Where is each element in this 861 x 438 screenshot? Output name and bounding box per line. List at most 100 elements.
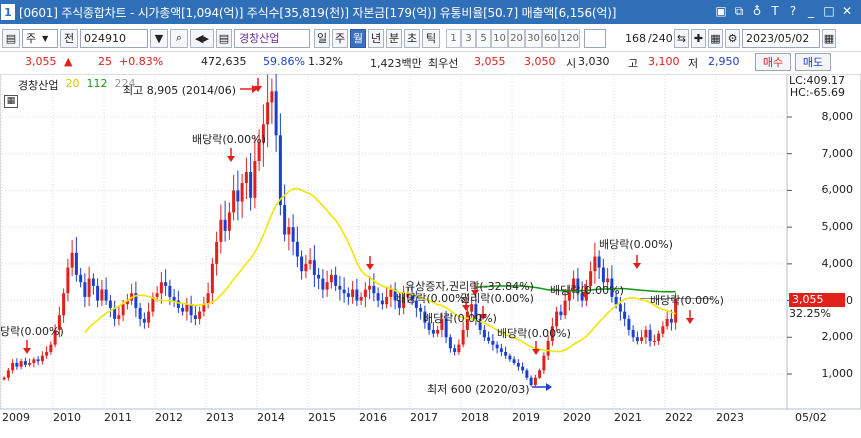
code-input[interactable]: 024910 <box>80 28 148 48</box>
tab-tick[interactable]: 틱 <box>422 28 440 48</box>
candle-body <box>232 190 236 213</box>
x-tick-label: 2017 <box>410 411 438 424</box>
window-icon[interactable]: ⧉ <box>731 3 747 20</box>
best-ask: 3,055 <box>474 55 506 68</box>
speaker-icon[interactable]: ◀▸ <box>190 28 214 48</box>
y-tick-label: 5,000 <box>821 220 854 234</box>
candle-body <box>142 318 146 323</box>
interval-20[interactable]: 20 <box>508 28 525 48</box>
grid-icon[interactable]: ▦ <box>708 28 723 48</box>
candle-body <box>648 329 652 341</box>
candle-body <box>389 289 393 297</box>
candle-body <box>155 293 159 297</box>
buy-button[interactable]: 매수 <box>755 53 791 71</box>
candle-body <box>342 289 346 294</box>
x-tick-label: 2009 <box>2 411 30 424</box>
date-input[interactable]: 2023/05/02 <box>742 28 820 48</box>
candle-body <box>210 263 214 294</box>
candle-body <box>121 304 125 316</box>
annotation-div-2014: 배당락(0.00%) <box>192 133 266 146</box>
legend-ma20: 20 <box>65 77 80 90</box>
candle-body <box>240 183 244 202</box>
calendar-icon[interactable]: ▦ <box>822 28 836 48</box>
close-icon[interactable]: ✕ <box>839 3 855 20</box>
stock-icon[interactable]: ▤ <box>216 28 232 48</box>
candle-body <box>108 300 112 308</box>
code-dropdown-icon[interactable]: ▼ <box>150 28 168 48</box>
tab-week[interactable]: 주 <box>332 28 348 48</box>
candle-body <box>32 359 36 363</box>
low-price: 2,950 <box>708 55 740 68</box>
candle-body <box>368 285 372 290</box>
table-toggle-icon[interactable]: ▦ <box>4 95 18 108</box>
tab-year[interactable]: 년 <box>368 28 384 48</box>
interval-3[interactable]: 3 <box>461 28 476 48</box>
low-label: 저 <box>688 57 699 70</box>
candle-body <box>274 91 278 136</box>
candle-body <box>308 260 312 264</box>
candle-body <box>542 355 546 371</box>
candle-body <box>193 315 197 319</box>
stock-name: 경창산업 <box>234 28 310 48</box>
interval-60[interactable]: 60 <box>542 28 559 48</box>
all-button[interactable]: 전 <box>60 28 78 48</box>
pin-icon[interactable]: ♁ <box>749 3 765 20</box>
candle-body <box>83 282 87 297</box>
interval-30[interactable]: 30 <box>525 28 542 48</box>
candle-body <box>49 344 53 352</box>
maximize-icon[interactable]: □ <box>821 3 837 20</box>
legend-stock-name: 경창산업 <box>18 79 59 92</box>
save-icon[interactable]: ▣ <box>713 3 729 20</box>
candle-body <box>351 289 355 297</box>
candle-body <box>40 355 44 362</box>
candle-body <box>312 260 316 275</box>
candle-body <box>295 241 299 257</box>
last-price-marker: 3,055 <box>789 293 845 307</box>
gear-icon[interactable]: ⚙ <box>725 28 740 48</box>
market-select[interactable]: 주 ▼ <box>22 28 58 48</box>
candle-body <box>185 304 189 312</box>
minimize-icon[interactable]: _ <box>803 3 819 20</box>
interval-1[interactable]: 1 <box>446 28 461 48</box>
x-tick-label: 2012 <box>155 411 183 424</box>
tab-second[interactable]: 초 <box>404 28 420 48</box>
price-change: 25 <box>98 55 112 68</box>
candle-body <box>227 212 231 231</box>
candle-body <box>640 337 644 341</box>
candle-body <box>618 304 622 312</box>
candle-body <box>219 219 223 242</box>
candle-body <box>138 307 142 319</box>
candle-body <box>11 362 15 371</box>
candle-body <box>291 227 295 242</box>
pct-label: 32.25% <box>789 307 831 320</box>
interval-10[interactable]: 10 <box>491 28 508 48</box>
y-tick-label: 4,000 <box>821 256 854 270</box>
turnover-percent: 59.86% <box>263 55 305 68</box>
candle-body <box>529 377 533 386</box>
crosshair-icon[interactable]: ✚ <box>691 28 706 48</box>
price-chart[interactable]: ▦ 경창산업 20 112 224 LC:409.17 HC:-65.69 8,… <box>0 74 861 438</box>
help-icon[interactable]: ? <box>785 3 801 20</box>
candle-body <box>215 241 219 264</box>
interval-custom-input[interactable] <box>584 28 606 48</box>
tab-month[interactable]: 월 <box>350 28 366 48</box>
tab-day[interactable]: 일 <box>314 28 330 48</box>
tab-minute[interactable]: 분 <box>386 28 402 48</box>
interval-120[interactable]: 120 <box>559 28 580 48</box>
candle-body <box>644 329 648 338</box>
x-tick-label: 2019 <box>512 411 540 424</box>
chart-menu-icon[interactable]: ▤ <box>2 28 20 48</box>
candle-body <box>623 311 627 319</box>
candle-body <box>652 340 656 342</box>
candle-body <box>614 296 618 305</box>
sell-button[interactable]: 매도 <box>795 53 831 71</box>
count-value[interactable]: 168 <box>608 32 648 45</box>
search-icon[interactable]: ⌕ <box>170 28 188 48</box>
x-tick-label: 2013 <box>206 411 234 424</box>
adjust-icon[interactable]: ⇆ <box>674 28 689 48</box>
text-icon[interactable]: T <box>767 3 783 20</box>
candle-body <box>631 329 635 338</box>
candle-body <box>657 333 661 341</box>
candle-body <box>159 282 163 294</box>
interval-5[interactable]: 5 <box>476 28 491 48</box>
